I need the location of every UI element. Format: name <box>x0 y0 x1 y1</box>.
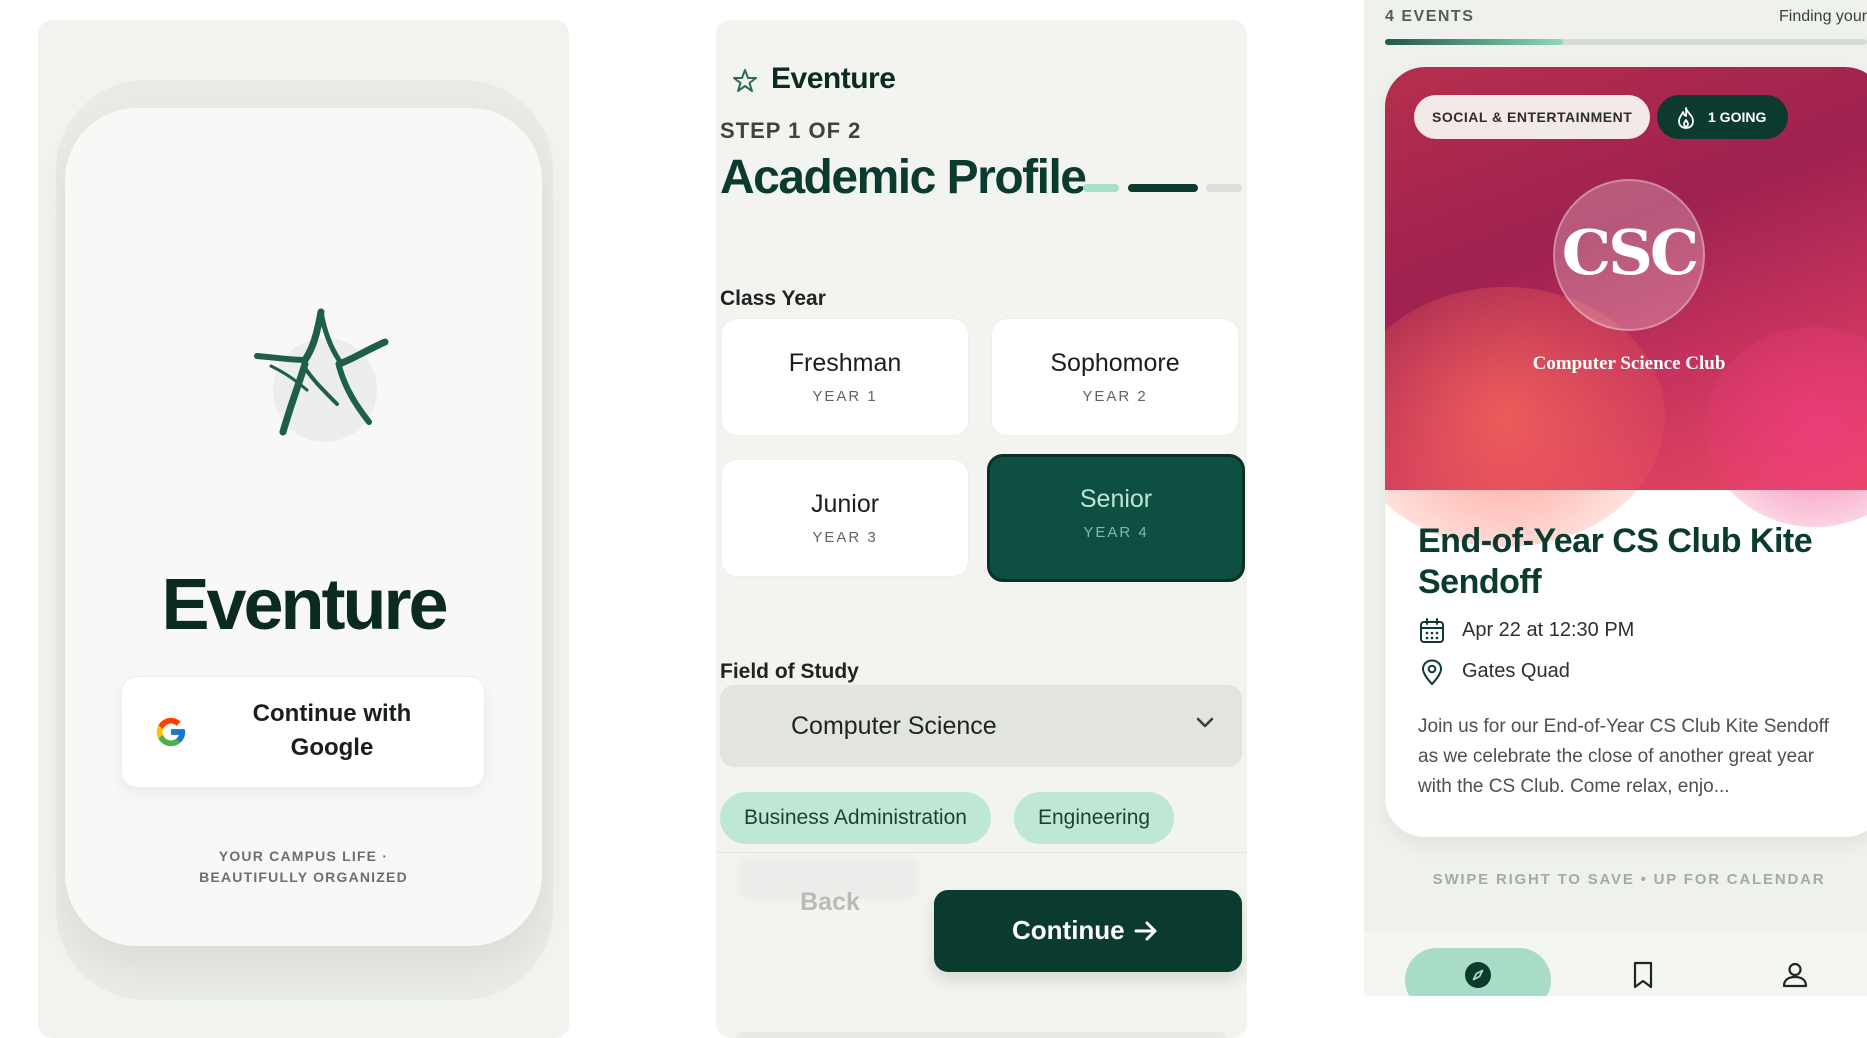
bottom-nav <box>1364 932 1867 996</box>
bookmark-icon[interactable] <box>1628 960 1658 990</box>
class-year-freshman[interactable]: Freshman YEAR 1 <box>721 318 969 436</box>
going-badge: 1 GOING <box>1657 95 1788 139</box>
class-year-number: YEAR 3 <box>812 529 878 546</box>
class-year-junior[interactable]: Junior YEAR 3 <box>721 459 969 577</box>
club-logo: CSC <box>1553 179 1705 331</box>
club-name: Computer Science Club <box>1532 353 1726 374</box>
event-description: Join us for our End-of-Year CS Club Kite… <box>1418 716 1829 797</box>
footer-divider <box>716 852 1247 853</box>
class-year-sophomore[interactable]: Sophomore YEAR 2 <box>991 318 1239 436</box>
progress-segment-done <box>1083 184 1119 192</box>
class-year-number: YEAR 1 <box>812 388 878 405</box>
event-datetime-text: Apr 22 at 12:30 PM <box>1462 619 1635 641</box>
going-count: 1 GOING <box>1708 109 1767 125</box>
progress-segment-next <box>1206 184 1242 192</box>
brand-title: Eventure <box>161 565 448 645</box>
event-hero: SOCIAL & ENTERTAINMENT 1 GOING CSC Compu… <box>1385 67 1867 547</box>
continue-with-google-button[interactable]: Continue with Google <box>121 676 485 788</box>
event-feed-screen: 4 EVENTS Finding your SOCIAL & ENTERTAIN… <box>1364 0 1867 996</box>
arrow-right-icon <box>1134 921 1157 941</box>
calendar-icon <box>1420 618 1444 643</box>
explore-icon <box>1465 962 1491 988</box>
step-indicator: STEP 1 OF 2 <box>720 118 862 143</box>
tagline: YOUR CAMPUS LIFE · BEAUTIFULLY ORGANIZED <box>199 848 408 885</box>
class-year-name: Senior <box>1079 485 1153 513</box>
continue-button[interactable]: Continue <box>934 890 1242 972</box>
club-logo-text: CSC <box>1561 216 1699 289</box>
academic-profile-screen: Eventure STEP 1 OF 2 Academic Profile Cl… <box>716 20 1247 1038</box>
google-button-label: Continue with Google <box>252 700 412 761</box>
class-year-number: YEAR 4 <box>1083 524 1149 541</box>
class-year-label: Class Year <box>720 287 826 310</box>
signin-screen: Eventure Continue with Google YOUR CAMPU… <box>38 20 569 1038</box>
location-pin-icon <box>1422 659 1442 685</box>
continue-button-label: Continue <box>1012 915 1125 945</box>
page-title: Academic Profile <box>720 151 1087 204</box>
class-year-number: YEAR 2 <box>1082 388 1148 405</box>
event-title: End-of-Year CS Club Kite Sendoff <box>1418 522 1813 601</box>
status-text: Finding your <box>1779 8 1867 25</box>
next-card-edge <box>736 1032 1226 1038</box>
signin-card: Eventure Continue with Google YOUR CAMPU… <box>65 108 542 946</box>
header-title: Eventure <box>771 62 896 95</box>
swipe-hint: SWIPE RIGHT TO SAVE • UP FOR CALENDAR <box>1432 871 1826 888</box>
back-button[interactable]: Back <box>764 888 896 917</box>
field-of-study-value: Computer Science <box>791 712 997 740</box>
category-badge: SOCIAL & ENTERTAINMENT <box>1414 95 1651 139</box>
star-logo-icon <box>254 308 389 436</box>
event-card[interactable]: SOCIAL & ENTERTAINMENT 1 GOING CSC Compu… <box>1385 67 1867 837</box>
star-logo-icon <box>733 69 757 92</box>
field-of-study-label: Field of Study <box>720 660 859 683</box>
class-year-senior[interactable]: Senior YEAR 4 <box>987 454 1245 582</box>
progress-fill <box>1385 39 1564 45</box>
event-count: 4 EVENTS <box>1385 8 1475 25</box>
class-year-name: Junior <box>810 490 880 518</box>
nav-explore-active[interactable] <box>1405 948 1551 996</box>
suggestion-chip-engineering[interactable]: Engineering <box>1014 792 1175 844</box>
profile-icon[interactable] <box>1780 960 1810 990</box>
event-location-text: Gates Quad <box>1462 660 1570 682</box>
progress-segment-current <box>1128 184 1198 192</box>
field-of-study-select[interactable]: Computer Science <box>720 685 1242 767</box>
chevron-down-icon <box>1196 717 1214 728</box>
class-year-name: Sophomore <box>1050 349 1180 377</box>
fire-icon <box>1678 107 1694 129</box>
class-year-name: Freshman <box>788 349 902 377</box>
google-g-icon <box>156 717 186 747</box>
suggestion-chip-business[interactable]: Business Administration <box>720 792 991 844</box>
